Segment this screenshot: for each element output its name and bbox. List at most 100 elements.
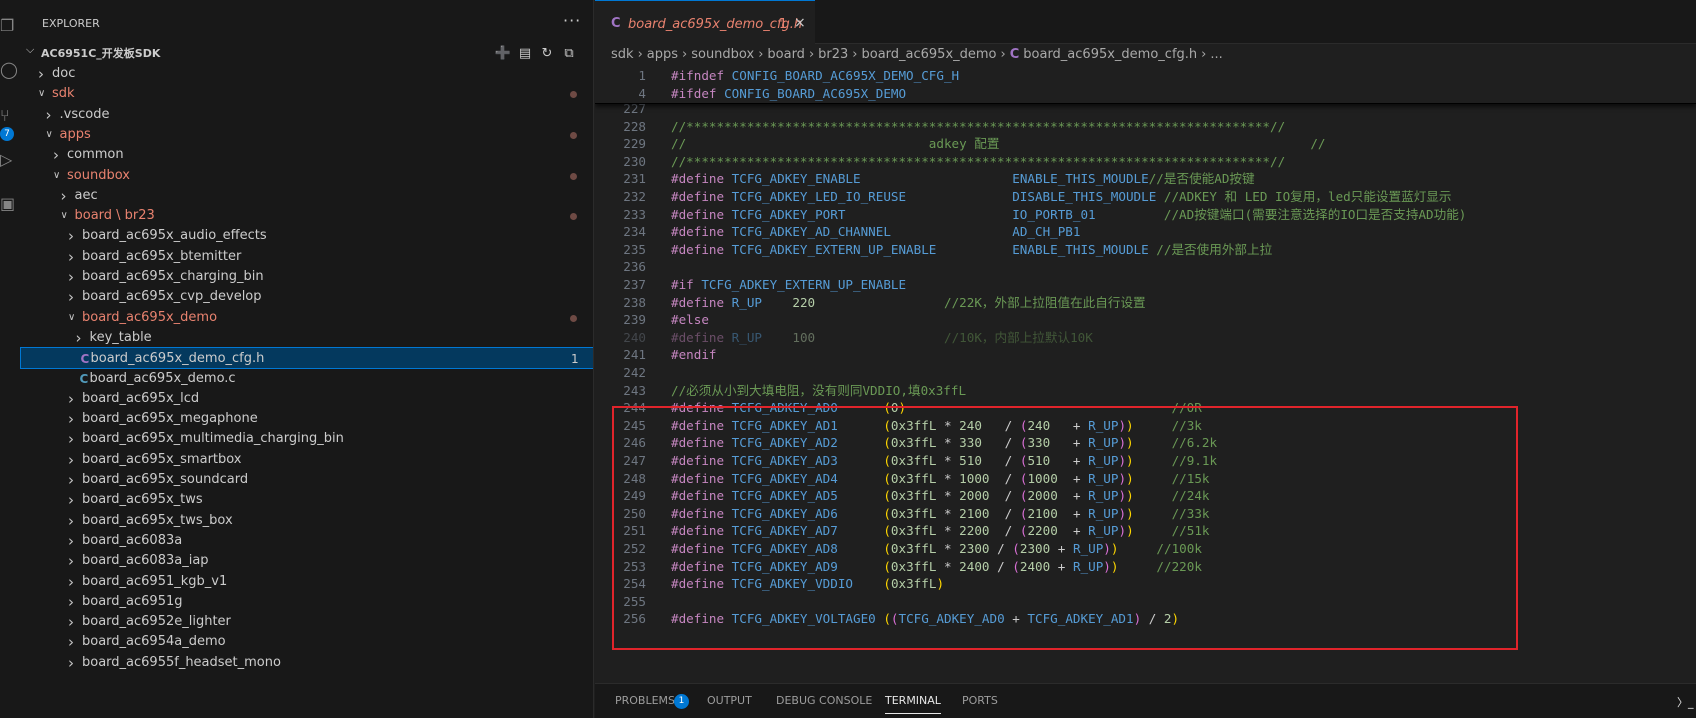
folder-item[interactable]: › board_ac695x_soundcard xyxy=(20,469,593,491)
folder-item[interactable]: › board_ac695x_lcd xyxy=(20,388,593,410)
folder-item[interactable]: › doc xyxy=(20,63,593,85)
code-text: #define R_UP 220 //22K，外部上拉阻值在此自行设置 xyxy=(671,293,1146,312)
folder-item[interactable]: ∨ sdk xyxy=(20,83,593,105)
folder-item[interactable]: › board_ac6955f_headset_mono xyxy=(20,652,593,674)
chevron-right-icon: › xyxy=(682,47,688,62)
chevron-down-icon: ∨ xyxy=(53,169,61,181)
refresh-icon[interactable]: ↻ xyxy=(536,44,558,64)
code-line[interactable]: 228 //***********************************… xyxy=(595,117,1696,136)
folder-item[interactable]: › board_ac6083a xyxy=(20,530,593,552)
tab-board-ac695x-demo-cfg-h[interactable]: C board_ac695x_demo_cfg.h 1 × xyxy=(595,0,815,44)
folder-item[interactable]: › .vscode xyxy=(20,104,593,126)
breadcrumb-item[interactable]: apps xyxy=(647,44,678,66)
tree-item-label: board_ac695x_charging_bin xyxy=(82,269,264,284)
modified-dot xyxy=(570,314,577,322)
code-text: #ifdef CONFIG_BOARD_AC695X_DEMO xyxy=(671,84,906,103)
file-item[interactable]: Cboard_ac695x_demo_cfg.h 1 xyxy=(20,347,593,370)
folder-item[interactable]: › board_ac695x_smartbox xyxy=(20,449,593,471)
code-line[interactable]: 4 #ifdef CONFIG_BOARD_AC695X_DEMO xyxy=(595,84,1696,103)
extensions-icon[interactable]: ▣ xyxy=(0,192,20,216)
code-token: #define xyxy=(671,224,725,240)
code-line[interactable]: 242 xyxy=(595,363,1696,382)
code-text: #define TCFG_ADKEY_PORT IO_PORTB_01 //AD… xyxy=(671,205,1466,224)
sticky-scroll[interactable]: 1 #ifndef CONFIG_BOARD_AC695X_DEMO_CFG_H 4… xyxy=(595,66,1696,104)
folder-item[interactable]: › board_ac695x_charging_bin xyxy=(20,266,593,288)
folder-item[interactable]: › board_ac695x_megaphone xyxy=(20,408,593,430)
folder-item[interactable]: › aec xyxy=(20,185,593,207)
code-line[interactable]: 240 #define R_UP 100 //10K，内部上拉默认10K xyxy=(595,328,1696,347)
tab-ports[interactable]: PORTS xyxy=(962,694,998,707)
problems-badge: 1 xyxy=(674,694,689,709)
code-line[interactable]: 234 #define TCFG_ADKEY_AD_CHANNEL AD_CH_P… xyxy=(595,222,1696,241)
search-icon[interactable]: ◯ xyxy=(0,58,20,82)
code-line[interactable]: 233 #define TCFG_ADKEY_PORT IO_PORTB_01 /… xyxy=(595,205,1696,224)
breadcrumb-item[interactable]: soundbox xyxy=(691,44,754,66)
code-token: //是否使能AD按键 xyxy=(1148,171,1255,187)
tree-item-label: board_ac6954a_demo xyxy=(82,634,226,650)
folder-item[interactable]: ∨ board \ br23 xyxy=(20,205,593,227)
tab-terminal[interactable]: TERMINAL xyxy=(885,694,941,714)
code-line[interactable]: 237 #if TCFG_ADKEY_EXTERN_UP_ENABLE xyxy=(595,275,1696,294)
breadcrumb-item[interactable]: br23 xyxy=(818,44,848,66)
folder-item[interactable]: › common xyxy=(20,144,593,166)
close-icon[interactable]: × xyxy=(794,15,806,31)
source-control-icon[interactable]: ⑂ xyxy=(0,104,20,128)
chevron-right-icon: › xyxy=(68,531,74,550)
terminal-powershell[interactable]: 〉_ power xyxy=(1677,694,1696,710)
code-line[interactable]: 236 xyxy=(595,257,1696,276)
code-line[interactable]: 229 // adkey 配置 // xyxy=(595,134,1696,153)
folder-item[interactable]: › board_ac695x_audio_effects xyxy=(20,225,593,247)
breadcrumb-item[interactable]: ... xyxy=(1210,44,1222,66)
tab-debug-console[interactable]: DEBUG CONSOLE xyxy=(776,694,872,707)
more-actions-icon[interactable]: ··· xyxy=(563,11,581,30)
code-token: 220 xyxy=(792,294,816,310)
run-debug-icon[interactable]: ▷ xyxy=(0,148,20,172)
folder-item[interactable]: › board_ac6951_kgb_v1 xyxy=(20,571,593,593)
folder-item[interactable]: › board_ac6083a_iap xyxy=(20,550,593,572)
code-text: #define TCFG_ADKEY_AD_CHANNEL AD_CH_PB1 xyxy=(671,222,1080,241)
folder-item[interactable]: › board_ac6951g xyxy=(20,591,593,613)
code-line[interactable]: 239 #else xyxy=(595,310,1696,329)
code-line[interactable]: 241 #endif xyxy=(595,345,1696,364)
folder-item[interactable]: ∨ board_ac695x_demo xyxy=(20,307,593,329)
folder-item[interactable]: › board_ac695x_multimedia_charging_bin xyxy=(20,428,593,450)
breadcrumb-item[interactable]: sdk xyxy=(611,44,634,66)
folder-item[interactable]: ∨ apps xyxy=(20,124,593,146)
folder-item[interactable]: › board_ac695x_tws_box xyxy=(20,510,593,532)
code-token: //AD按键端口(需要注意选择的IO口是否支持AD功能) xyxy=(1163,206,1467,222)
folder-item[interactable]: › board_ac6952e_lighter xyxy=(20,611,593,633)
collapse-all-icon[interactable]: ⧉ xyxy=(558,44,580,64)
code-line[interactable]: 238 #define R_UP 220 //22K，外部上拉阻值在此自行设置 xyxy=(595,293,1696,312)
line-number: 231 xyxy=(623,171,646,187)
code-line[interactable]: 232 #define TCFG_ADKEY_LED_IO_REUSE DISAB… xyxy=(595,187,1696,206)
folder-item[interactable]: › board_ac695x_btemitter xyxy=(20,246,593,268)
file-item[interactable]: Cboard_ac695x_demo.c xyxy=(20,368,593,390)
code-line[interactable]: 243 //必须从小到大填电阻，没有则同VDDIO,填0x3ffL xyxy=(595,381,1696,400)
code-line[interactable]: 1 #ifndef CONFIG_BOARD_AC695X_DEMO_CFG_H xyxy=(595,66,1696,85)
folder-item[interactable]: › board_ac695x_cvp_develop xyxy=(20,286,593,308)
tab-output[interactable]: OUTPUT xyxy=(707,694,752,707)
files-icon[interactable]: ❐ xyxy=(0,14,20,38)
code-line[interactable]: 230 //***********************************… xyxy=(595,152,1696,171)
breadcrumb-item[interactable]: board xyxy=(767,44,805,66)
folder-item[interactable]: ∨ soundbox xyxy=(20,165,593,187)
code-token: #if xyxy=(671,277,694,292)
line-number: 239 xyxy=(623,312,646,328)
folder-item[interactable]: › board_ac6954a_demo xyxy=(20,631,593,653)
code-token: // xyxy=(671,136,929,152)
new-file-icon[interactable]: ➕ xyxy=(492,44,514,64)
workspace-root[interactable]: ⌵ AC6951C_开发板SDK ➕ ▤ ↻ ⧉ xyxy=(20,41,593,64)
breadcrumb-item[interactable]: board_ac695x_demo_cfg.h xyxy=(1023,44,1197,66)
chevron-right-icon: › xyxy=(68,430,74,449)
code-token: IO_PORTB_01 xyxy=(1012,206,1096,222)
folder-item[interactable]: › board_ac695x_tws xyxy=(20,489,593,511)
tab-problems[interactable]: PROBLEMS xyxy=(615,694,675,707)
line-number: 235 xyxy=(623,241,646,257)
breadcrumb-item[interactable]: board_ac695x_demo xyxy=(861,44,996,66)
code-line[interactable]: 231 #define TCFG_ADKEY_ENABLE ENABLE_THIS… xyxy=(595,169,1696,188)
new-folder-icon[interactable]: ▤ xyxy=(514,44,536,64)
code-line[interactable]: 235 #define TCFG_ADKEY_EXTERN_UP_ENABLE E… xyxy=(595,240,1696,259)
folder-item[interactable]: › key_table xyxy=(20,327,593,349)
tree-item-label: key_table xyxy=(89,329,152,345)
chevron-right-icon: › xyxy=(45,105,52,124)
